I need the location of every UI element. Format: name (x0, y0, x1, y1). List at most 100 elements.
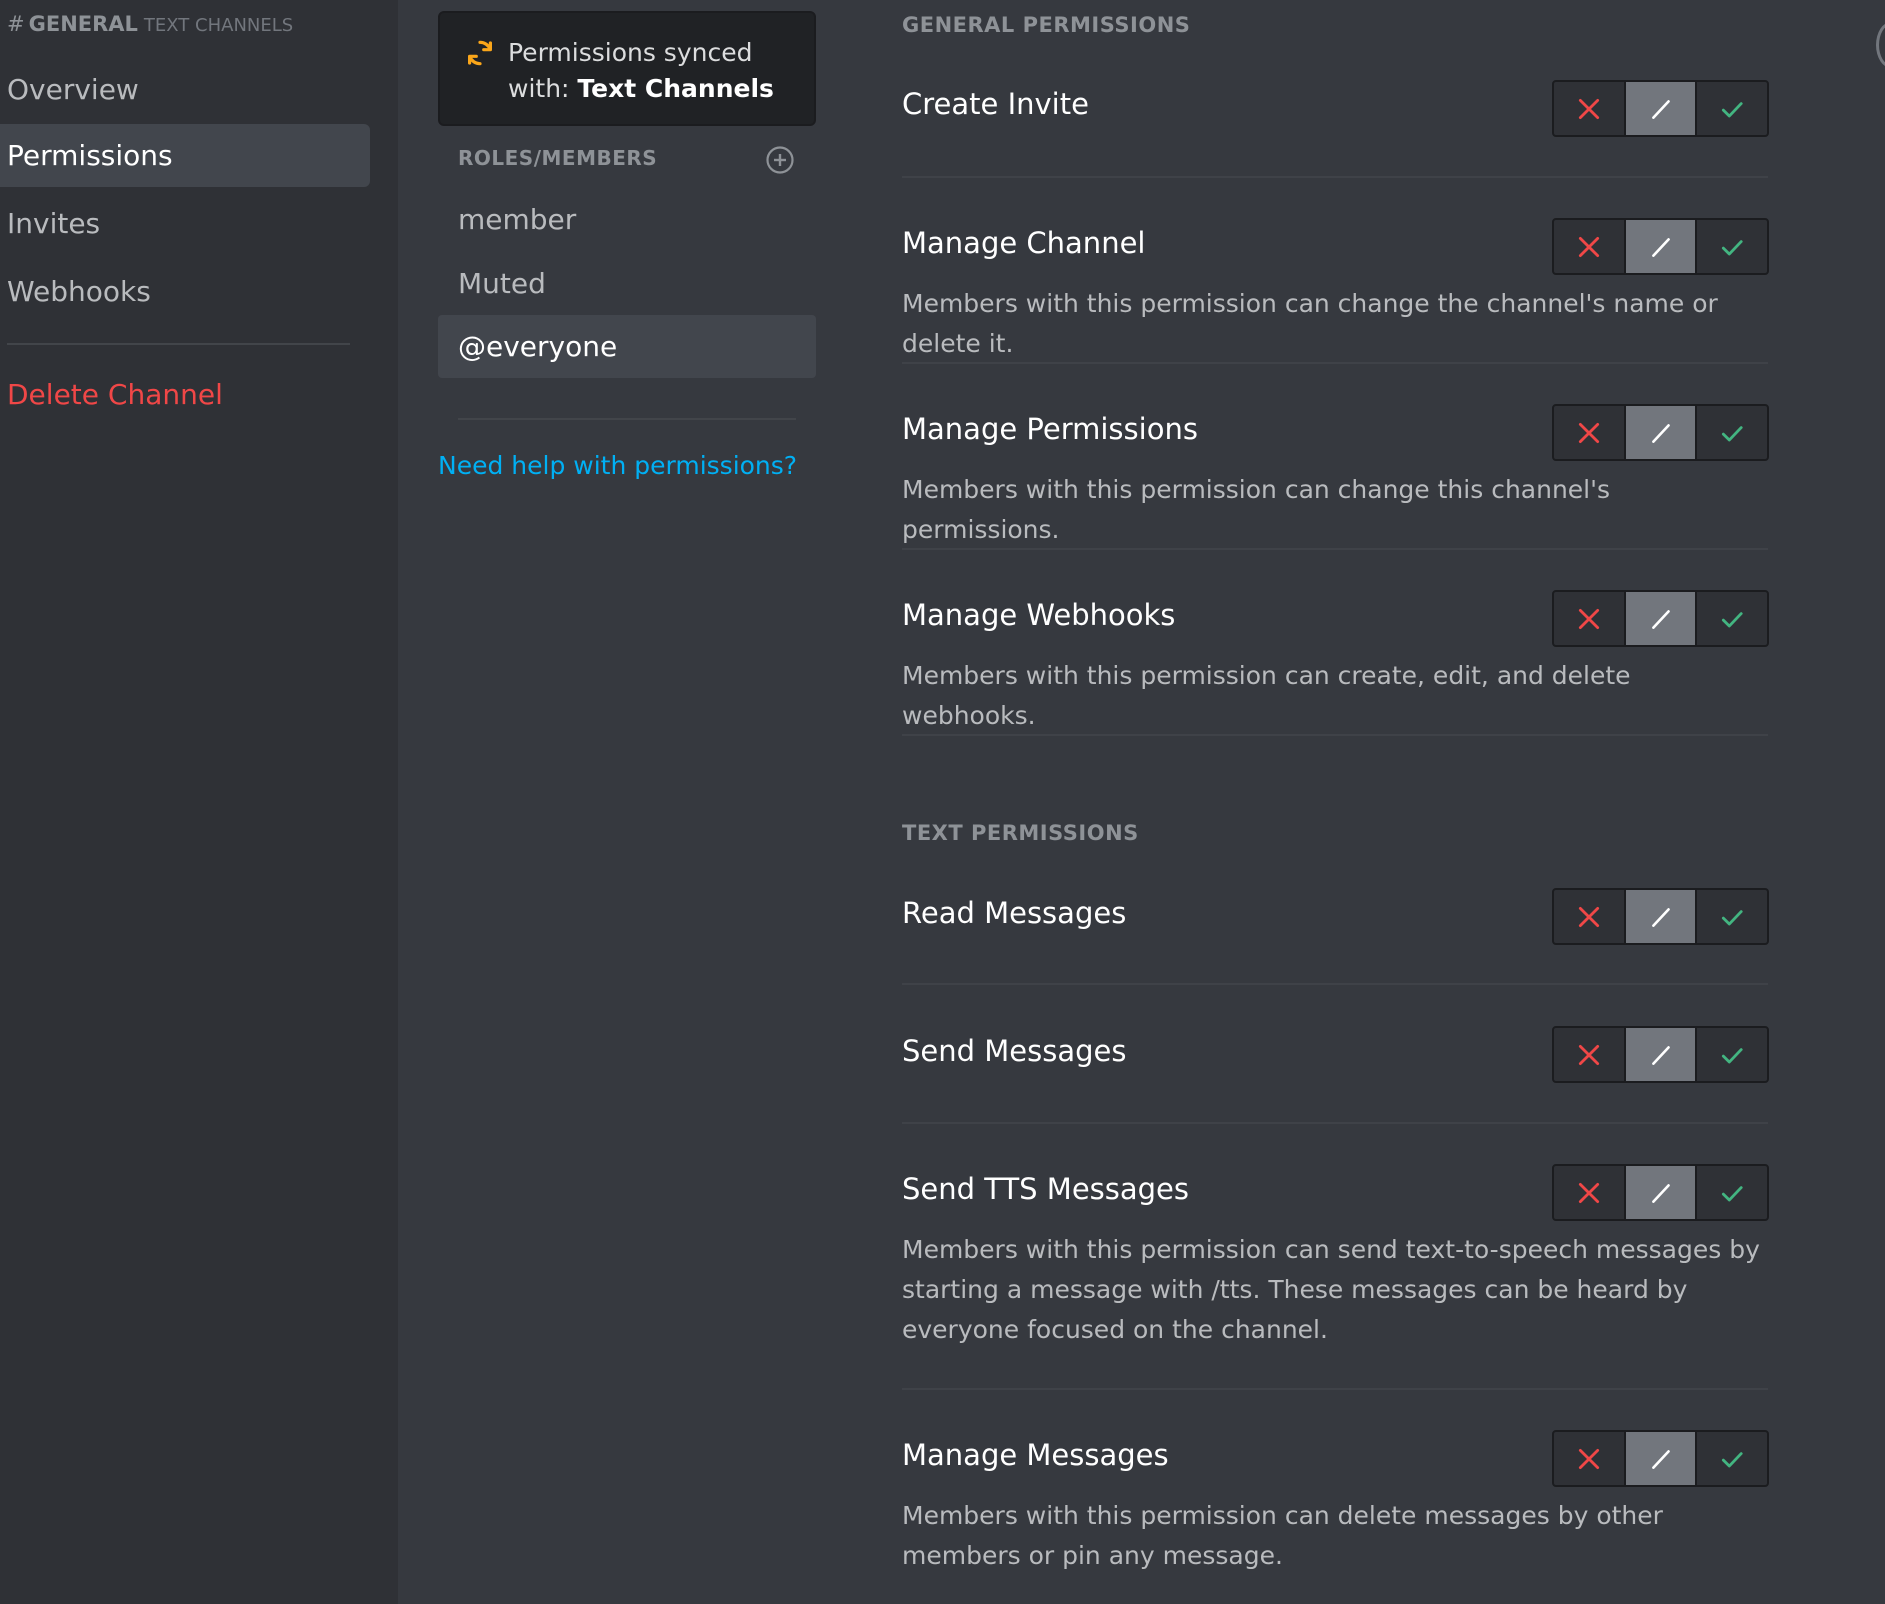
neutral-button[interactable] (1625, 1432, 1698, 1485)
perm-title-manage-permissions: Manage Permissions (902, 412, 1198, 446)
check-icon (1722, 425, 1743, 441)
role-item-member[interactable]: member (438, 188, 816, 251)
slash-icon (1651, 1449, 1670, 1469)
perm-title-manage-channel: Manage Channel (902, 226, 1146, 260)
deny-button[interactable] (1554, 1028, 1626, 1081)
roles-divider (458, 418, 796, 420)
allow-button[interactable] (1697, 592, 1767, 645)
allow-button[interactable] (1697, 1166, 1767, 1219)
slash-icon (1651, 1045, 1670, 1065)
slash-icon (1651, 423, 1670, 443)
check-icon (1722, 101, 1743, 117)
toggle-send-tts-messages (1552, 1164, 1769, 1221)
perm-divider (902, 548, 1768, 550)
perm-divider (902, 176, 1768, 178)
deny-button[interactable] (1554, 890, 1626, 943)
perm-title-create-invite: Create Invite (902, 87, 1089, 121)
allow-button[interactable] (1697, 1432, 1767, 1485)
perm-desc-manage-permissions: Members with this permission can change … (902, 475, 1611, 544)
delete-channel-button[interactable]: Delete Channel (0, 363, 370, 426)
neutral-button[interactable] (1625, 890, 1698, 943)
slash-icon (1651, 907, 1670, 927)
toggle-manage-webhooks (1552, 590, 1769, 647)
settings-sidebar: # GENERAL TEXT CHANNELS Overview Permissio… (0, 0, 398, 1604)
roles-header: ROLES/MEMBERS (458, 146, 658, 170)
channel-settings: # GENERAL TEXT CHANNELS Overview Permissio… (0, 0, 1885, 1604)
slash-icon (1651, 1183, 1670, 1203)
sidebar-divider (7, 343, 350, 345)
close-button-edge[interactable] (1876, 22, 1885, 68)
sidebar-item-invites[interactable]: Invites (0, 192, 370, 255)
x-icon (1578, 236, 1599, 257)
neutral-button[interactable] (1625, 220, 1698, 273)
allow-button[interactable] (1697, 1028, 1767, 1081)
neutral-button[interactable] (1625, 406, 1698, 459)
x-icon (1578, 1044, 1599, 1065)
perm-desc-manage-webhooks: Members with this permission can create,… (902, 661, 1631, 730)
role-item-muted[interactable]: Muted (438, 252, 816, 315)
channel-hash: # (7, 12, 25, 36)
sidebar-item-overview[interactable]: Overview (0, 58, 370, 121)
check-icon (1722, 1047, 1743, 1063)
channel-name: GENERAL (28, 12, 138, 36)
allow-button[interactable] (1697, 82, 1767, 135)
deny-button[interactable] (1554, 1432, 1626, 1485)
allow-button[interactable] (1697, 406, 1767, 459)
toggle-manage-messages (1552, 1430, 1769, 1487)
x-icon (1578, 906, 1599, 927)
perm-divider (902, 362, 1768, 364)
perm-title-send-messages: Send Messages (902, 1034, 1127, 1068)
toggle-manage-permissions (1552, 404, 1769, 461)
deny-button[interactable] (1554, 82, 1626, 135)
check-icon (1722, 1451, 1743, 1467)
perm-divider (902, 734, 1768, 736)
permissions-help-link[interactable]: Need help with permissions? (438, 451, 797, 480)
toggle-manage-channel (1552, 218, 1769, 275)
channel-category: TEXT CHANNELS (143, 15, 294, 36)
sidebar-item-permissions[interactable]: Permissions (0, 124, 370, 187)
x-icon (1578, 422, 1599, 443)
perm-title-manage-messages: Manage Messages (902, 1438, 1169, 1472)
perm-desc-manage-channel: Members with this permission can change … (902, 289, 1718, 358)
check-icon (1722, 909, 1743, 925)
sync-line1: Permissions synced (508, 38, 753, 67)
slash-icon (1651, 99, 1670, 119)
neutral-button[interactable] (1625, 1166, 1698, 1219)
sync-line2-prefix: with: (508, 74, 578, 103)
perm-divider (902, 983, 1768, 985)
deny-button[interactable] (1554, 220, 1626, 273)
perm-desc-send-tts-messages: Members with this permission can send te… (902, 1235, 1760, 1344)
sync-notice: Permissions synced with: Text Channels (438, 11, 816, 126)
sync-icon (468, 40, 492, 66)
sync-line2: with: Text Channels (508, 71, 808, 107)
x-icon (1578, 1448, 1599, 1469)
deny-button[interactable] (1554, 1166, 1626, 1219)
check-icon (1722, 239, 1743, 255)
deny-button[interactable] (1554, 592, 1626, 645)
role-item-everyone[interactable]: @everyone (438, 315, 816, 378)
neutral-button[interactable] (1625, 592, 1698, 645)
neutral-button[interactable] (1625, 82, 1698, 135)
check-icon (1722, 1185, 1743, 1201)
x-icon (1578, 608, 1599, 629)
check-icon (1722, 611, 1743, 627)
text-permissions-header: TEXT PERMISSIONS (902, 821, 1139, 845)
toggle-create-invite (1552, 80, 1769, 137)
deny-button[interactable] (1554, 406, 1626, 459)
perm-title-read-messages: Read Messages (902, 896, 1127, 930)
sync-text: Permissions synced with: Text Channels (508, 35, 808, 107)
channel-header: # GENERAL TEXT CHANNELS (7, 12, 293, 36)
general-permissions-header: GENERAL PERMISSIONS (902, 13, 1191, 37)
toggle-read-messages (1552, 888, 1769, 945)
slash-icon (1651, 609, 1670, 629)
sync-target: Text Channels (577, 74, 774, 103)
perm-title-send-tts-messages: Send TTS Messages (902, 1172, 1190, 1206)
allow-button[interactable] (1697, 890, 1767, 943)
allow-button[interactable] (1697, 220, 1767, 273)
x-icon (1578, 1182, 1599, 1203)
perm-divider (902, 1122, 1768, 1124)
neutral-button[interactable] (1625, 1028, 1698, 1081)
plus-circle-icon[interactable] (765, 145, 795, 175)
sidebar-item-webhooks[interactable]: Webhooks (0, 260, 370, 323)
perm-title-manage-webhooks: Manage Webhooks (902, 598, 1176, 632)
